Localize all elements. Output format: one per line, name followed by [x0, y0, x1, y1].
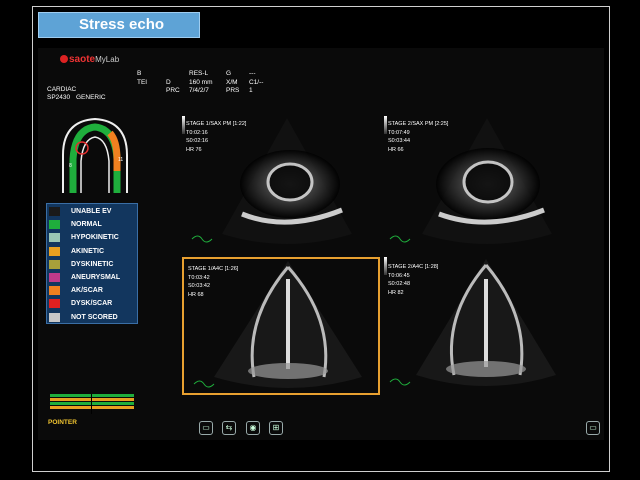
- film-strip-icon[interactable]: ▭: [199, 421, 213, 435]
- layout-switch-icon[interactable]: ⇆: [222, 421, 236, 435]
- legend-swatch: [49, 220, 60, 230]
- legend-swatch: [49, 259, 60, 269]
- monitor-icon[interactable]: ▭: [586, 421, 600, 435]
- param-d: D: [166, 79, 171, 86]
- legend-swatch: [49, 207, 60, 217]
- echo-pane-stage2-sax[interactable]: STAGE 2/SAX PM [2:25] T0:07:49 S0:03:44 HR …: [384, 114, 582, 252]
- legend-item[interactable]: AK/SCAR: [49, 284, 137, 297]
- param-depth: 160 mm: [189, 79, 213, 86]
- echo-pane-stage1-a4c[interactable]: STAGE 1/A4C [1:26] T0:03:42 S0:03:42 HR 68: [182, 257, 380, 395]
- pointer-label: POINTER: [48, 419, 77, 426]
- legend-swatch: [49, 312, 60, 322]
- param-tei: TEI: [137, 79, 148, 86]
- param-g: G: [226, 70, 232, 77]
- score-bars: [50, 394, 134, 414]
- disc-icon[interactable]: ◉: [246, 421, 260, 435]
- legend-item[interactable]: NORMAL: [49, 218, 137, 231]
- preset-name: GENERIC: [76, 94, 106, 101]
- echo-pane-stage1-sax[interactable]: STAGE 1/SAX PM [1:22] T0:02:16 S0:02:16 HR …: [182, 114, 380, 252]
- svg-text:8: 8: [69, 163, 72, 169]
- exam-type: CARDIAC: [47, 86, 77, 93]
- page-title: Stress echo: [38, 12, 200, 38]
- svg-text:11: 11: [118, 157, 123, 163]
- legend-swatch: [49, 233, 60, 243]
- param-prs: PRS: [226, 87, 240, 94]
- legend-item[interactable]: NOT SCORED: [49, 311, 137, 324]
- legend-item[interactable]: ANEURYSMAL: [49, 271, 137, 284]
- legend-item[interactable]: DYSK/SCAR: [49, 297, 137, 310]
- legend-swatch: [49, 246, 60, 256]
- param-prc-value: 7/4/2/7: [189, 87, 209, 94]
- wall-motion-legend: UNABLE EV NORMAL HYPOKINETIC AKINETIC DY…: [46, 203, 138, 324]
- param-dash: ---: [249, 70, 256, 77]
- legend-swatch: [49, 273, 60, 283]
- param-prs-value: 1: [249, 87, 253, 94]
- probe-name: SP2430: [47, 94, 71, 101]
- param-prc: PRC: [166, 87, 180, 94]
- brand-logo: saoteMyLab: [60, 53, 119, 65]
- echo-pane-stage2-a4c[interactable]: STAGE 2/A4C [1:28] T0:06:45 S0:02:48 HR 82: [384, 257, 582, 395]
- legend-swatch: [49, 286, 60, 296]
- param-b: B: [137, 70, 142, 77]
- param-res: RES-L: [189, 70, 209, 77]
- legend-item[interactable]: AKINETIC: [49, 245, 137, 258]
- network-icon[interactable]: ⊞: [269, 421, 283, 435]
- legend-item[interactable]: DYSKINETIC: [49, 258, 137, 271]
- param-c1: C1/--: [249, 79, 264, 86]
- heart-segment-diagram[interactable]: 8 11: [55, 115, 135, 197]
- legend-swatch: [49, 299, 60, 309]
- param-xm: X/M: [226, 79, 238, 86]
- legend-item[interactable]: HYPOKINETIC: [49, 231, 137, 244]
- legend-item[interactable]: UNABLE EV: [49, 205, 137, 218]
